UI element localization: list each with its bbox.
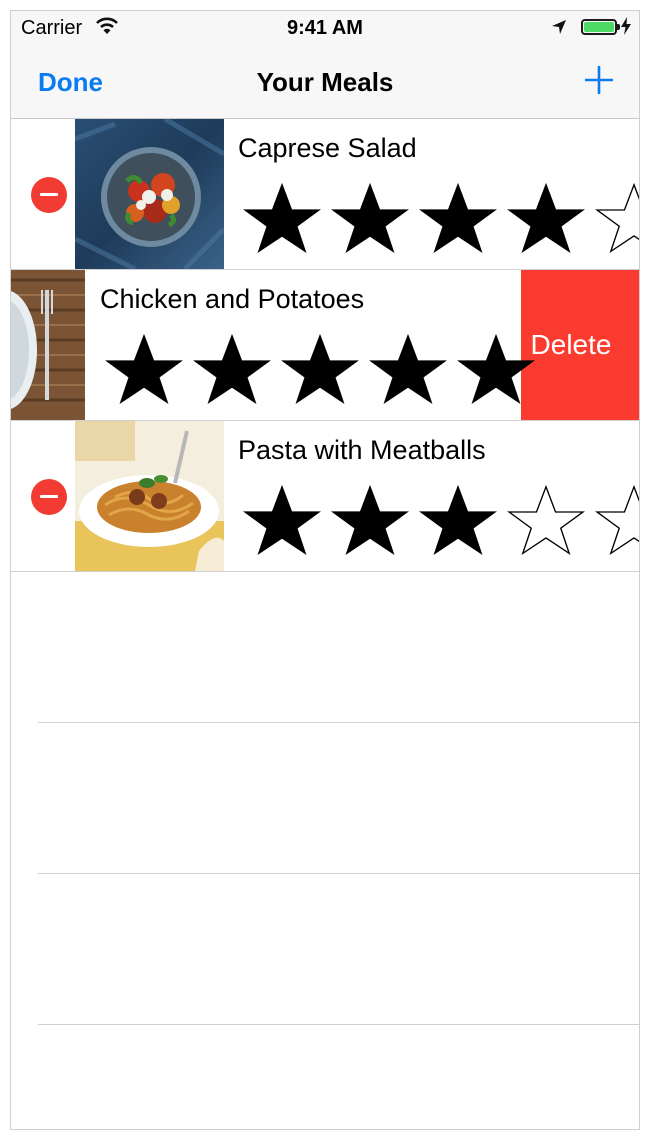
star-filled-icon[interactable]	[100, 334, 188, 406]
row-separator	[38, 571, 639, 572]
meal-photo	[75, 119, 224, 269]
star-filled-icon[interactable]	[502, 183, 590, 255]
rating-control[interactable]	[238, 183, 639, 255]
page-title: Your Meals	[256, 67, 394, 97]
plus-icon	[585, 66, 613, 94]
meal-photo	[11, 270, 85, 420]
star-empty-icon[interactable]	[502, 485, 590, 557]
star-filled-icon[interactable]	[364, 334, 452, 406]
meal-name: Caprese Salad	[238, 133, 417, 163]
rating-control[interactable]	[238, 485, 639, 557]
meal-name: Pasta with Meatballs	[238, 435, 486, 465]
navigation-bar: Done Your Meals	[11, 47, 639, 119]
location-arrow-icon	[551, 18, 567, 41]
star-filled-icon[interactable]	[414, 183, 502, 255]
row-separator	[38, 722, 639, 723]
add-meal-button[interactable]	[583, 64, 615, 101]
star-filled-icon[interactable]	[276, 334, 364, 406]
charging-bolt-icon	[621, 17, 631, 41]
app-screen: Carrier 9:41 AM Done Your Meals Caprese …	[10, 10, 640, 1130]
meal-name: Chicken and Potatoes	[100, 284, 365, 314]
star-filled-icon[interactable]	[326, 183, 414, 255]
rating-control[interactable]	[100, 334, 540, 406]
clock: 9:41 AM	[287, 17, 363, 39]
row-separator	[38, 1024, 639, 1025]
star-empty-icon[interactable]	[590, 183, 639, 255]
meal-row[interactable]: Pasta with Meatballs	[11, 421, 639, 572]
meal-row[interactable]: Caprese Salad	[11, 119, 639, 270]
meal-photo	[75, 421, 224, 571]
remove-circle-icon[interactable]	[31, 479, 67, 515]
meal-row-content: Chicken and Potatoes	[11, 270, 535, 420]
star-empty-icon[interactable]	[590, 485, 639, 557]
battery-icon	[581, 19, 620, 35]
star-filled-icon[interactable]	[238, 485, 326, 557]
status-bar: Carrier 9:41 AM	[11, 11, 639, 47]
star-filled-icon[interactable]	[238, 183, 326, 255]
meal-row[interactable]: Delete Chicken and Potatoes	[11, 270, 639, 421]
star-filled-icon[interactable]	[188, 334, 276, 406]
star-filled-icon[interactable]	[452, 334, 540, 406]
star-filled-icon[interactable]	[414, 485, 502, 557]
star-filled-icon[interactable]	[326, 485, 414, 557]
remove-circle-icon[interactable]	[31, 177, 67, 213]
row-separator	[38, 873, 639, 874]
